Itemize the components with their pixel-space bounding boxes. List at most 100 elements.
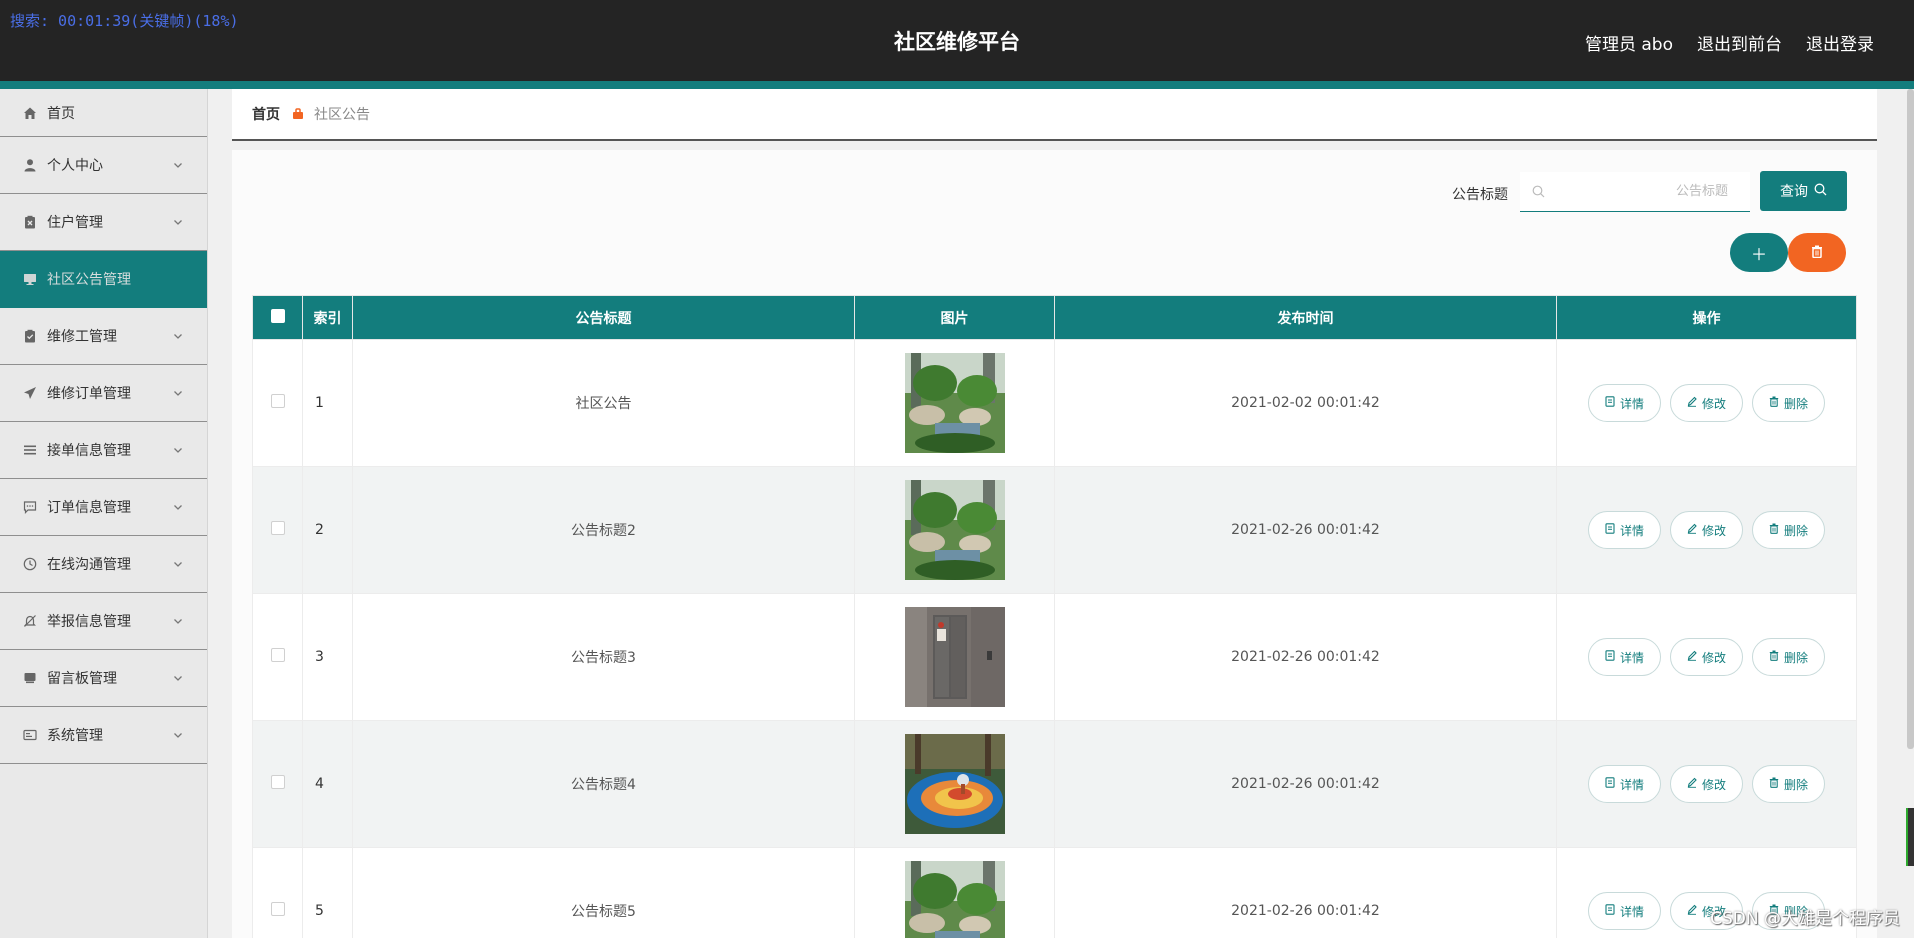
chevron-down-icon xyxy=(171,158,185,172)
sidebar-item[interactable]: 接单信息管理 xyxy=(0,422,207,479)
row-checkbox-cell[interactable] xyxy=(252,339,303,467)
row-checkbox-cell[interactable] xyxy=(252,593,303,721)
trash-icon xyxy=(1769,650,1779,664)
trash-icon xyxy=(1811,243,1823,262)
select-all-checkbox-cell[interactable] xyxy=(252,295,303,340)
index-cell: 5 xyxy=(302,847,353,938)
column-header-title: 公告标题 xyxy=(352,295,855,340)
detail-icon xyxy=(1605,396,1615,410)
detail-button[interactable]: 详情 xyxy=(1588,638,1661,676)
row-checkbox[interactable] xyxy=(270,521,285,535)
trash-icon xyxy=(1769,777,1779,791)
chevron-down-icon xyxy=(171,671,185,685)
sidebar-item-label: 接单信息管理 xyxy=(47,443,131,459)
sidebar-item[interactable]: 在线沟通管理 xyxy=(0,536,207,593)
sidebar-item[interactable]: 首页 xyxy=(0,89,207,137)
breadcrumb-home[interactable]: 首页 xyxy=(252,104,280,124)
header-accent-stripe xyxy=(0,81,1914,89)
trash-icon xyxy=(1769,523,1779,537)
sidebar-item[interactable]: 个人中心 xyxy=(0,137,207,194)
edit-button[interactable]: 修改 xyxy=(1670,638,1743,676)
sidebar-item-label: 订单信息管理 xyxy=(47,500,131,516)
sidebar-item[interactable]: 维修工管理 xyxy=(0,308,207,365)
sidebar-item[interactable]: 维修订单管理 xyxy=(0,365,207,422)
announcement-thumbnail[interactable] xyxy=(904,480,1005,580)
row-actions: 详情 修改 删除 xyxy=(1557,638,1856,676)
chevron-down-icon xyxy=(171,500,185,514)
column-header-actions: 操作 xyxy=(1556,295,1857,340)
title-cell: 公告标题4 xyxy=(352,720,855,848)
edit-button[interactable]: 修改 xyxy=(1670,511,1743,549)
table-header-row: 索引 公告标题 图片 发布时间 操作 xyxy=(252,295,1857,340)
delete-button[interactable]: 删除 xyxy=(1752,384,1825,422)
announcement-table: 索引 公告标题 图片 发布时间 操作 1 社区公告 2021-02-02 00:01… xyxy=(252,295,1857,938)
index-cell: 2 xyxy=(302,466,353,594)
search-input[interactable] xyxy=(1545,172,1750,211)
batch-delete-button[interactable] xyxy=(1788,233,1846,272)
detail-button-label: 详情 xyxy=(1619,396,1644,411)
delete-button[interactable]: 删除 xyxy=(1752,638,1825,676)
clipboard-x-icon xyxy=(22,215,37,230)
sidebar: 首页个人中心住户管理 社区公告管理 维修工管理 维修订单管理接单信息管理 订单信息管理在… xyxy=(0,89,208,938)
back-to-frontend-link[interactable]: 退出到前台 xyxy=(1697,30,1782,55)
detail-button[interactable]: 详情 xyxy=(1588,511,1661,549)
sidebar-item-label: 个人中心 xyxy=(47,158,103,174)
sidebar-item-label: 举报信息管理 xyxy=(47,614,131,630)
breadcrumb-current: 社区公告 xyxy=(314,107,370,123)
row-checkbox-cell[interactable] xyxy=(252,466,303,594)
row-actions: 详情 修改 删除 xyxy=(1557,384,1856,422)
edit-button[interactable]: 修改 xyxy=(1670,765,1743,803)
detail-button[interactable]: 详情 xyxy=(1588,892,1661,930)
select-all-checkbox[interactable] xyxy=(270,308,285,323)
list-icon xyxy=(22,443,37,458)
title-cell: 社区公告 xyxy=(352,339,855,467)
detail-button[interactable]: 详情 xyxy=(1588,765,1661,803)
row-checkbox[interactable] xyxy=(270,775,285,789)
edit-icon xyxy=(1687,396,1697,410)
card-icon xyxy=(22,728,37,743)
add-button[interactable]: ＋ xyxy=(1730,233,1788,272)
announcement-thumbnail[interactable] xyxy=(904,734,1005,834)
sidebar-item[interactable]: 留言板管理 xyxy=(0,650,207,707)
publish-time-cell: 2021-02-02 00:01:42 xyxy=(1054,339,1557,467)
announcement-thumbnail[interactable] xyxy=(904,861,1005,938)
sidebar-item[interactable]: 系统管理 xyxy=(0,707,207,764)
search-label: 公告标题 xyxy=(1452,187,1508,203)
edit-icon xyxy=(1687,904,1697,918)
search-icon xyxy=(1814,183,1827,200)
row-checkbox[interactable] xyxy=(270,902,285,916)
row-checkbox-cell[interactable] xyxy=(252,720,303,848)
detail-button[interactable]: 详情 xyxy=(1588,384,1661,422)
edit-icon xyxy=(1687,523,1697,537)
logout-link[interactable]: 退出登录 xyxy=(1806,30,1874,55)
row-checkbox[interactable] xyxy=(270,648,285,662)
sidebar-item[interactable]: 举报信息管理 xyxy=(0,593,207,650)
title-cell: 公告标题2 xyxy=(352,466,855,594)
announcement-thumbnail[interactable] xyxy=(904,353,1005,453)
delete-button[interactable]: 删除 xyxy=(1752,511,1825,549)
delete-button-label: 删除 xyxy=(1783,777,1808,792)
edit-button-label: 修改 xyxy=(1701,523,1726,538)
breadcrumb-separator-icon xyxy=(292,108,304,120)
sidebar-item-label: 在线沟通管理 xyxy=(47,557,131,573)
edit-icon xyxy=(1687,650,1697,664)
delete-button[interactable]: 删除 xyxy=(1752,765,1825,803)
chevron-down-icon xyxy=(171,557,185,571)
row-checkbox[interactable] xyxy=(270,394,285,408)
row-actions: 详情 修改 删除 xyxy=(1557,511,1856,549)
sidebar-item[interactable]: 住户管理 xyxy=(0,194,207,251)
image-cell xyxy=(854,339,1055,467)
edit-button-label: 修改 xyxy=(1701,650,1726,665)
query-button[interactable]: 查询 xyxy=(1760,171,1847,211)
home-icon xyxy=(22,105,37,120)
edit-button[interactable]: 修改 xyxy=(1670,384,1743,422)
edit-icon xyxy=(1687,777,1697,791)
scrollbar-thumb[interactable] xyxy=(1907,89,1914,749)
announcement-thumbnail[interactable] xyxy=(904,607,1005,707)
sidebar-item[interactable]: 订单信息管理 xyxy=(0,479,207,536)
row-checkbox-cell[interactable] xyxy=(252,847,303,938)
index-cell: 3 xyxy=(302,593,353,721)
chevron-down-icon xyxy=(171,728,185,742)
admin-user-link[interactable]: 管理员 abo xyxy=(1585,30,1673,55)
sidebar-item[interactable]: 社区公告管理 xyxy=(0,251,207,308)
